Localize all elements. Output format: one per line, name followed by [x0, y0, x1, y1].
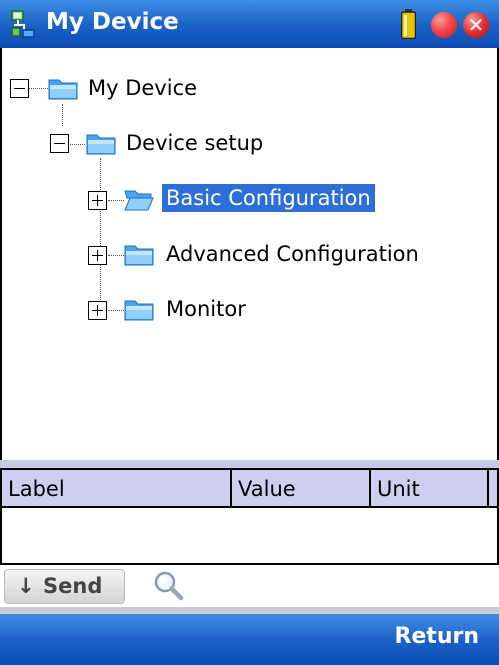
tree-node-label: Device setup: [126, 131, 264, 155]
battery-icon: [401, 9, 416, 39]
toolbar: ↓ Send: [0, 565, 499, 607]
device-tree-icon: [11, 10, 35, 38]
collapse-toggle[interactable]: [10, 79, 29, 98]
splitter[interactable]: [0, 460, 499, 468]
column-header-unit[interactable]: Unit: [369, 470, 489, 506]
expand-toggle[interactable]: [88, 301, 107, 320]
toolbar-separator: [0, 607, 499, 614]
folder-icon: [86, 134, 116, 155]
expand-toggle[interactable]: [88, 246, 107, 265]
tree-node-label: Basic Configuration: [162, 184, 375, 212]
column-header-label[interactable]: Label: [2, 470, 230, 506]
column-header-filler: [487, 470, 497, 506]
open-folder-icon: [124, 190, 154, 211]
property-grid[interactable]: Label Value Unit: [0, 468, 499, 565]
folder-icon: [124, 245, 154, 266]
magnifier-icon[interactable]: [152, 569, 186, 603]
return-button[interactable]: Return: [394, 624, 479, 649]
expand-toggle[interactable]: [88, 191, 107, 210]
tree-node-label: My Device: [88, 76, 198, 100]
tree-node-label: Monitor: [166, 297, 246, 321]
tree-node-label: Advanced Configuration: [166, 242, 419, 266]
folder-icon: [48, 79, 78, 100]
softkey-bar: Return: [0, 614, 499, 665]
close-button[interactable]: ✕: [463, 12, 489, 38]
send-button-label: Send: [43, 574, 103, 598]
title-bar: My Device ✕: [0, 0, 499, 48]
device-tree[interactable]: My Device Device setup Basic Configurati…: [0, 48, 499, 460]
folder-icon: [124, 300, 154, 321]
down-arrow-icon: ↓: [17, 574, 35, 598]
close-icon: ✕: [467, 13, 485, 37]
record-button[interactable]: [431, 12, 457, 38]
collapse-toggle[interactable]: [50, 134, 69, 153]
send-button[interactable]: ↓ Send: [4, 569, 125, 604]
grid-header: Label Value Unit: [2, 470, 497, 508]
column-header-value[interactable]: Value: [230, 470, 369, 506]
window-title: My Device: [46, 9, 179, 35]
